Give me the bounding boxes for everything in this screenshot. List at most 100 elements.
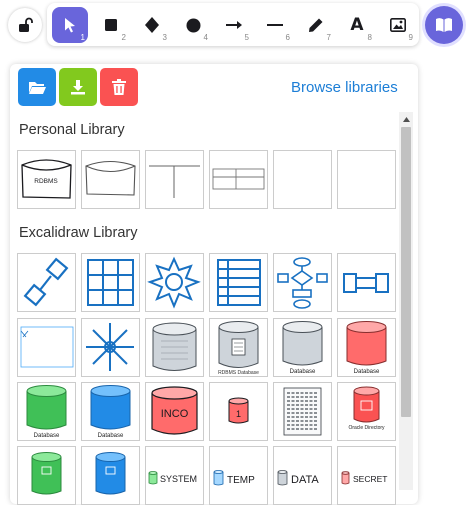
square-icon [104, 18, 118, 32]
pencil-icon [308, 17, 324, 33]
library-item-flowchart[interactable] [273, 253, 332, 312]
oracle-directory-label: Oracle Directory [348, 425, 385, 431]
tool-shortcut-number: 3 [162, 33, 167, 42]
browse-libraries-link[interactable]: Browse libraries [291, 79, 398, 96]
tool-shortcut-number: 4 [203, 33, 208, 42]
library-item-window[interactable] [17, 318, 76, 377]
library-item-oracle-directory[interactable]: Oracle Directory [337, 382, 396, 441]
database-green-label: Database [34, 433, 60, 439]
image-tool[interactable]: 9 [380, 7, 416, 43]
rectangle-tool[interactable]: 2 [93, 7, 129, 43]
library-button[interactable] [425, 6, 463, 44]
library-item-connector[interactable] [17, 253, 76, 312]
secret-sketch: SECRET [341, 471, 387, 485]
caret-up-icon [402, 116, 410, 122]
t-shape-sketch [149, 165, 200, 198]
library-item-inco[interactable]: INCO [145, 382, 204, 441]
rdbms-database-sketch: RDBMS Database [218, 321, 259, 376]
text-list-sketch [283, 387, 322, 436]
tool-shortcut-number: 6 [285, 33, 290, 42]
library-item-table-header[interactable] [209, 150, 268, 209]
arrow-tool[interactable]: 5 [216, 7, 252, 43]
draw-tool[interactable]: 7 [298, 7, 334, 43]
delete-library-button[interactable] [100, 68, 138, 106]
scrollbar-thumb[interactable] [401, 127, 411, 417]
rdbms-sketch: RDBMS [21, 159, 72, 199]
database-green-sketch: Database [26, 385, 67, 439]
shape-toolbar: 1 2 3 4 5 6 7 A8 9 [47, 3, 419, 46]
library-item-snowflake[interactable] [81, 318, 140, 377]
database-blue-label: Database [98, 433, 124, 439]
data-label: DATA [291, 474, 319, 486]
list-sketch [217, 259, 261, 306]
library-item-database-gray[interactable]: Database [273, 318, 332, 377]
trash-icon [112, 79, 126, 95]
connector-sketch [23, 257, 69, 307]
snowflake-sketch [86, 323, 134, 371]
oracle-directory-sketch: Oracle Directory [348, 386, 385, 431]
tool-shortcut-number: 2 [121, 33, 126, 42]
image-icon [390, 18, 406, 32]
flowchart-sketch [277, 257, 328, 309]
library-item-green-db-2[interactable] [17, 446, 76, 505]
scroll-up-arrow[interactable] [399, 112, 413, 126]
library-item-temp[interactable]: TEMP [209, 446, 268, 505]
library-item-secret[interactable]: SECRET [337, 446, 396, 505]
library-item-envelope[interactable] [81, 150, 140, 209]
export-library-button[interactable] [59, 68, 97, 106]
tool-shortcut-number: 7 [326, 33, 331, 42]
library-item-empty-2[interactable] [337, 150, 396, 209]
library-item-system[interactable]: SYSTEM [145, 446, 204, 505]
library-item-blue-db-2[interactable] [81, 446, 140, 505]
temp-label: TEMP [227, 475, 255, 486]
lock-button[interactable] [8, 8, 42, 42]
table-header-sketch [212, 168, 265, 190]
pointer-icon [63, 17, 77, 33]
bracket-shape-sketch [343, 273, 389, 293]
ellipse-tool[interactable]: 4 [175, 7, 211, 43]
rdbms-database-label: RDBMS Database [218, 370, 259, 376]
library-item-database-blue[interactable]: Database [81, 382, 140, 441]
library-item-text-list[interactable] [273, 382, 332, 441]
library-item-grid[interactable] [81, 253, 140, 312]
library-item-star-gear[interactable] [145, 253, 204, 312]
text-tool[interactable]: A8 [339, 7, 375, 43]
database-red-label: Database [354, 369, 380, 375]
circle-icon [186, 18, 201, 33]
envelope-sketch [85, 160, 136, 196]
diamond-icon [145, 17, 159, 33]
library-item-bracket-shape[interactable] [337, 253, 396, 312]
download-icon [71, 80, 85, 95]
personal-library-title: Personal Library [19, 122, 125, 138]
one-sketch: 1 [228, 397, 249, 424]
library-item-t-shape[interactable] [145, 150, 204, 209]
inco-label: INCO [161, 408, 189, 420]
excalidraw-library-title: Excalidraw Library [19, 225, 138, 241]
database-blue-sketch: Database [90, 385, 131, 439]
cloud-db-sketch [152, 322, 197, 371]
library-item-empty-1[interactable] [273, 150, 332, 209]
star-gear-sketch [147, 256, 201, 309]
tool-shortcut-number: 5 [244, 33, 249, 42]
tool-shortcut-number: 9 [408, 33, 413, 42]
window-sketch [20, 326, 74, 368]
system-sketch: SYSTEM [148, 471, 197, 485]
library-item-one[interactable]: 1 [209, 382, 268, 441]
blue-db-2-sketch [95, 452, 126, 495]
data-sketch: DATA [277, 470, 319, 486]
diamond-tool[interactable]: 3 [134, 7, 170, 43]
library-item-data[interactable]: DATA [273, 446, 332, 505]
line-tool[interactable]: 6 [257, 7, 293, 43]
open-library-button[interactable] [18, 68, 56, 106]
library-item-list[interactable] [209, 253, 268, 312]
one-label: 1 [236, 409, 241, 419]
library-item-database-red[interactable]: Database [337, 318, 396, 377]
library-item-rdbms[interactable]: RDBMS [17, 150, 76, 209]
line-icon [267, 23, 283, 27]
library-item-rdbms-database[interactable]: RDBMS Database [209, 318, 268, 377]
library-item-cloud-db[interactable] [145, 318, 204, 377]
rdbms-label: RDBMS [34, 178, 58, 185]
secret-label: SECRET [353, 474, 387, 484]
library-item-database-green[interactable]: Database [17, 382, 76, 441]
selection-tool[interactable]: 1 [52, 7, 88, 43]
